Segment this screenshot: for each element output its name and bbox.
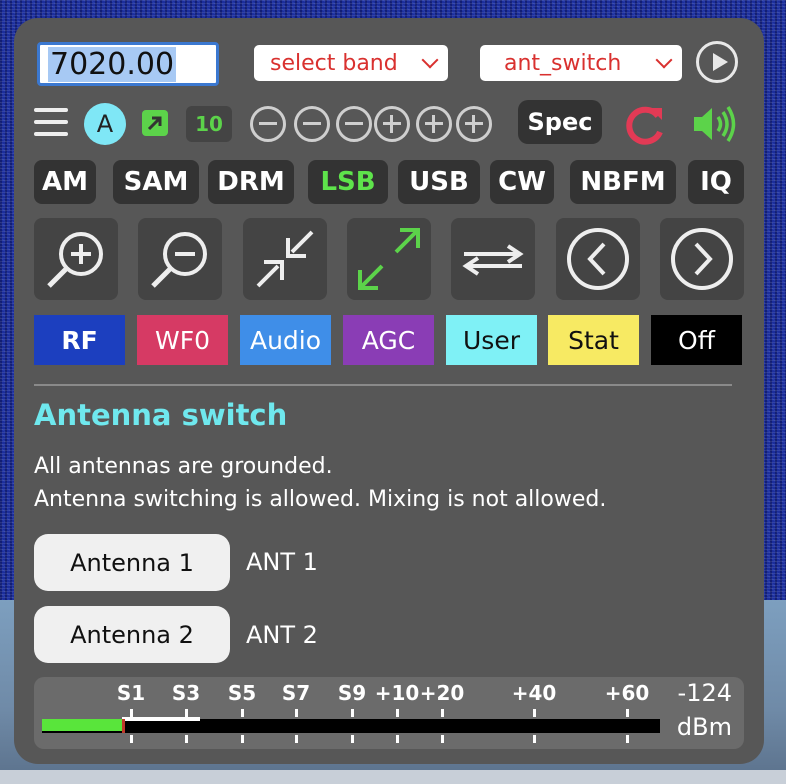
antenna-1-button[interactable]: Antenna 1 xyxy=(34,534,230,591)
s-meter-label: +10 xyxy=(374,681,420,705)
expand-button[interactable] xyxy=(347,218,431,300)
antenna-status-line: All antennas are grounded. xyxy=(34,454,333,479)
s-meter-label: S7 xyxy=(281,681,311,705)
antenna-switch-heading: Antenna switch xyxy=(34,398,288,432)
chevron-down-icon xyxy=(655,51,673,69)
antenna-1-description: ANT 1 xyxy=(246,548,318,576)
step-badge[interactable]: A xyxy=(84,103,126,145)
s-meter-tick xyxy=(185,709,188,717)
dock-strip xyxy=(0,770,786,784)
s-meter-tick xyxy=(351,735,354,743)
s-meter-peak xyxy=(122,719,125,733)
antenna-policy-line: Antenna switching is allowed. Mixing is … xyxy=(34,487,607,512)
frequency-input[interactable]: 7020.00 xyxy=(37,42,219,86)
s-meter-tick xyxy=(185,735,188,743)
extension-select[interactable]: ant_switch xyxy=(480,45,682,81)
mode-button-iq[interactable]: IQ xyxy=(688,160,744,204)
mode-button-usb[interactable]: USB xyxy=(398,160,480,204)
step-badge-label: A xyxy=(96,110,114,138)
mode-button-nbfm[interactable]: NBFM xyxy=(570,160,676,204)
s-meter-level xyxy=(42,719,122,731)
s-meter-label: S3 xyxy=(171,681,201,705)
reload-icon[interactable] xyxy=(622,102,668,148)
zoom-out-icon[interactable] xyxy=(294,106,330,142)
s-meter-tick xyxy=(295,735,298,743)
s-meter-tick xyxy=(396,735,399,743)
band-select[interactable]: select band xyxy=(254,45,448,81)
s-meter-tick xyxy=(626,709,629,717)
play-icon[interactable] xyxy=(696,41,738,83)
frequency-value: 7020.00 xyxy=(48,46,177,82)
tab-rf[interactable]: RF xyxy=(34,315,125,365)
zoom-out-icon[interactable] xyxy=(250,106,286,142)
s-meter-unit: dBm xyxy=(676,713,732,741)
antenna-2-button[interactable]: Antenna 2 xyxy=(34,606,230,663)
magnify-plus-icon xyxy=(47,232,103,288)
magnify-minus-icon xyxy=(151,232,207,288)
s-meter-label: +60 xyxy=(604,681,650,705)
band-select-value: select band xyxy=(270,50,398,76)
s-meter-tick xyxy=(241,709,244,717)
s-meter-label: +40 xyxy=(511,681,557,705)
s-meter-tick xyxy=(626,735,629,743)
s-meter-tick xyxy=(533,709,536,717)
s-meter-tick xyxy=(130,735,133,743)
zoom-in-icon[interactable] xyxy=(374,106,410,142)
s-meter-value: -124 xyxy=(677,679,732,707)
mode-button-cw[interactable]: CW xyxy=(490,160,554,204)
shrink-button[interactable] xyxy=(243,218,327,300)
s-meter-tick xyxy=(295,709,298,717)
s-meter-label: S5 xyxy=(227,681,257,705)
speaker-icon[interactable] xyxy=(690,102,740,146)
mode-button-am[interactable]: AM xyxy=(34,160,96,204)
zoom-out-button[interactable] xyxy=(138,218,222,300)
previous-button[interactable] xyxy=(556,218,640,300)
mode-button-lsb[interactable]: LSB xyxy=(308,160,388,204)
s-meter-tick xyxy=(441,709,444,717)
control-panel: 7020.00 select band ant_switch A 10 Spec… xyxy=(14,18,764,764)
s-meter-tick xyxy=(351,709,354,717)
antenna-2-description: ANT 2 xyxy=(246,621,318,649)
chevron-down-icon xyxy=(421,51,439,69)
s-meter: S1 S3 S5 S7 S9 +10 +20 +40 +60 -124 dBm xyxy=(34,677,744,749)
divider xyxy=(34,384,732,386)
zoom-in-icon[interactable] xyxy=(416,106,452,142)
zoom-out-icon[interactable] xyxy=(336,106,372,142)
popout-icon[interactable] xyxy=(142,110,168,136)
mode-button-drm[interactable]: DRM xyxy=(208,160,294,204)
tab-wf0[interactable]: WF0 xyxy=(137,315,228,365)
s-meter-hold xyxy=(122,717,200,721)
tab-audio[interactable]: Audio xyxy=(240,315,331,365)
chevron-left-icon xyxy=(567,228,629,290)
extension-select-value: ant_switch xyxy=(504,50,622,76)
expand-arrows-icon xyxy=(358,228,420,290)
s-meter-label: S9 xyxy=(337,681,367,705)
tab-stat[interactable]: Stat xyxy=(548,315,639,365)
menu-icon[interactable] xyxy=(34,108,68,136)
s-meter-label: S1 xyxy=(116,681,146,705)
chevron-right-icon xyxy=(671,228,733,290)
s-meter-tick xyxy=(441,735,444,743)
ten-button[interactable]: 10 xyxy=(186,106,232,142)
next-button[interactable] xyxy=(660,218,744,300)
swap-button[interactable] xyxy=(451,218,535,300)
zoom-in-button[interactable] xyxy=(34,218,118,300)
tab-agc[interactable]: AGC xyxy=(343,315,434,365)
s-meter-tick xyxy=(241,735,244,743)
s-meter-tick xyxy=(396,709,399,717)
swap-arrows-icon xyxy=(462,244,524,276)
mode-button-sam[interactable]: SAM xyxy=(113,160,199,204)
s-meter-scale xyxy=(42,719,660,733)
s-meter-label: +20 xyxy=(419,681,465,705)
spec-button[interactable]: Spec xyxy=(518,100,602,144)
zoom-in-icon[interactable] xyxy=(456,106,492,142)
tab-off[interactable]: Off xyxy=(651,315,742,365)
s-meter-tick xyxy=(130,709,133,717)
tab-user[interactable]: User xyxy=(446,315,537,365)
s-meter-tick xyxy=(533,735,536,743)
shrink-arrows-icon xyxy=(256,230,314,288)
